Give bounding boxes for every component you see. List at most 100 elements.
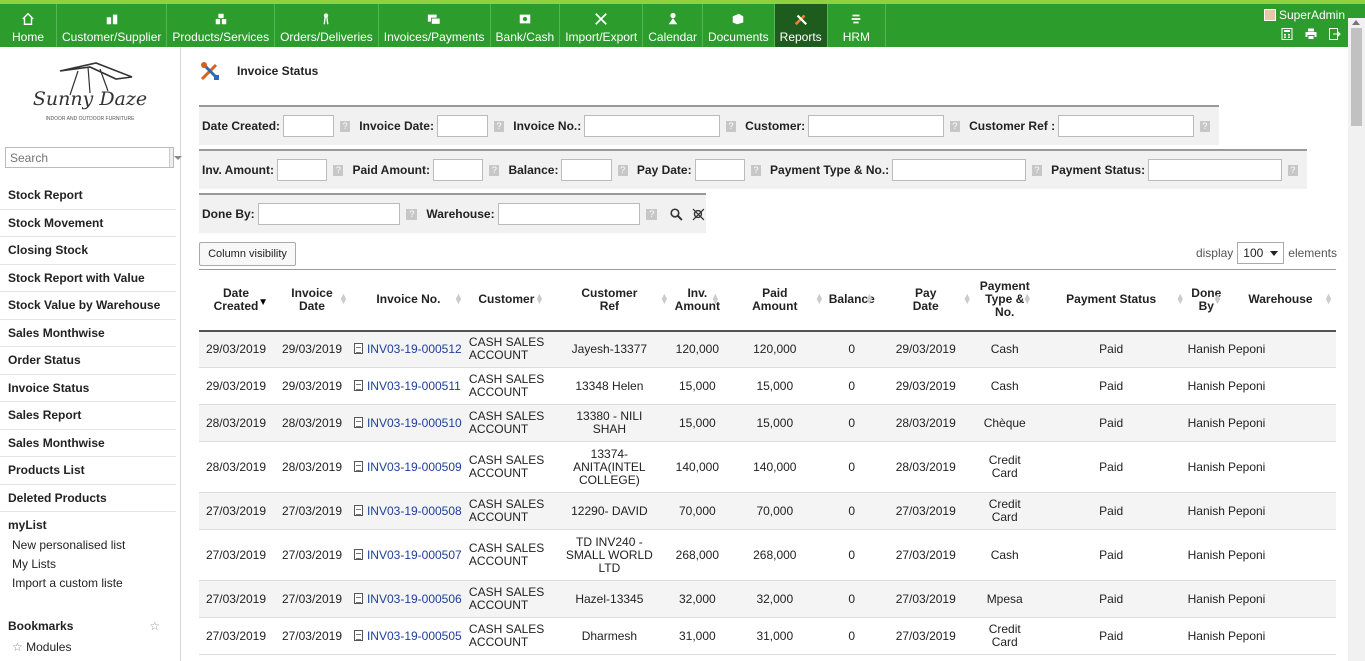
paid-amount-input[interactable] — [433, 159, 484, 181]
page-scrollbar[interactable] — [1348, 18, 1365, 661]
nav-item-reports[interactable]: Reports — [774, 4, 828, 47]
nav-item-invoices-payments[interactable]: Invoices/Payments — [379, 4, 491, 47]
payment-type-input[interactable] — [892, 159, 1026, 181]
help-icon[interactable]: ? — [339, 120, 351, 132]
table-row[interactable]: 27/03/2019 27/03/2019 INV03-19-000506 CASH … — [199, 580, 1336, 618]
invoice-link[interactable]: INV03-19-000510 — [367, 416, 462, 430]
sidebar-item-order-status[interactable]: Order Status — [0, 347, 176, 375]
nav-item-home[interactable]: Home — [0, 4, 58, 47]
search-icon[interactable] — [670, 207, 683, 221]
sidebar-item-stock-movement[interactable]: Stock Movement — [0, 210, 176, 237]
pay-date-input[interactable] — [694, 159, 745, 181]
bookmark-item[interactable]: ☆ Modules — [12, 640, 71, 654]
table-row[interactable]: 27/03/2019 27/03/2019 INV03-19-000508 CASH … — [199, 492, 1336, 530]
table-row[interactable]: 27/03/2019 27/03/2019 INV03-19-000505 CASH … — [199, 617, 1336, 655]
sidebar-item-sales-report[interactable]: Sales Report — [0, 402, 176, 430]
column-header[interactable]: Balance ▲ ▼ — [826, 269, 877, 332]
column-header[interactable]: Payment Type & No. ▲ ▼ — [974, 269, 1035, 332]
mylist-item[interactable]: New personalised list — [0, 536, 176, 555]
sidebar-item-stock-report[interactable]: Stock Report — [0, 182, 176, 210]
search-dropdown-button[interactable] — [169, 148, 182, 167]
column-header[interactable]: Customer ▲ ▼ — [465, 269, 547, 332]
warehouse-input[interactable] — [497, 203, 641, 225]
help-icon[interactable]: ? — [493, 120, 505, 132]
nav-item-orders-deliveries[interactable]: Orders/Deliveries — [275, 4, 379, 47]
cell-paid-amount: 140,000 — [722, 441, 827, 493]
table-row[interactable]: 29/03/2019 29/03/2019 INV03-19-000511 CASH … — [199, 367, 1336, 405]
table-row[interactable]: 28/03/2019 28/03/2019 INV03-19-000510 CASH … — [199, 404, 1336, 442]
sidebar-item-deleted-products[interactable]: Deleted Products — [0, 485, 176, 512]
help-icon[interactable]: ? — [1199, 120, 1210, 132]
cell-inv-amount: 268,000 — [671, 529, 723, 581]
done-by-input[interactable] — [257, 203, 401, 225]
column-header[interactable]: Paid Amount ▲ ▼ — [722, 269, 827, 332]
column-header[interactable]: Invoice No. ▲ ▼ — [350, 269, 466, 332]
help-icon[interactable]: ? — [725, 120, 737, 132]
table-row[interactable]: 28/03/2019 28/03/2019 INV03-19-000509 CASH … — [199, 441, 1336, 493]
column-header[interactable]: Done By ▲ ▼ — [1187, 269, 1225, 332]
balance-input[interactable] — [561, 159, 612, 181]
search-input[interactable] — [6, 148, 169, 167]
invoice-link[interactable]: INV03-19-000511 — [367, 379, 461, 393]
column-header[interactable]: Inv. Amount ▲ ▼ — [671, 269, 723, 332]
nav-item-documents[interactable]: Documents — [703, 4, 775, 47]
user-menu[interactable]: SuperAdmin — [1263, 8, 1345, 22]
invoice-link[interactable]: INV03-19-000507 — [367, 548, 462, 562]
sidebar-item-stock-report-with-value[interactable]: Stock Report with Value — [0, 265, 176, 292]
nav-item-customer-supplier[interactable]: Customer/Supplier — [57, 4, 168, 47]
print-icon[interactable] — [1305, 28, 1317, 40]
invoice-link[interactable]: INV03-19-000509 — [367, 460, 462, 474]
invoice-link[interactable]: INV03-19-000512 — [367, 342, 462, 356]
column-header[interactable]: Warehouse ▲ ▼ — [1224, 269, 1336, 332]
column-header[interactable]: Pay Date ▲ ▼ — [876, 269, 975, 332]
column-header[interactable]: Customer Ref ▲ ▼ — [546, 269, 672, 332]
invoice-no-input[interactable] — [584, 115, 720, 137]
nav-item-calendar[interactable]: Calendar — [643, 4, 703, 47]
mylist-item[interactable]: Import a custom liste — [0, 574, 176, 593]
mylist-item[interactable]: My Lists — [0, 555, 176, 574]
help-icon[interactable]: ? — [646, 208, 658, 220]
table-row[interactable]: 29/03/2019 29/03/2019 INV03-19-000512 CASH … — [199, 330, 1336, 368]
help-icon[interactable]: ? — [750, 164, 762, 176]
sidebar-item-stock-value-by-warehouse[interactable]: Stock Value by Warehouse — [0, 292, 176, 320]
sidebar-item-sales-monthwise[interactable]: Sales Monthwise — [0, 430, 176, 457]
date-created-input[interactable] — [283, 115, 334, 137]
column-header[interactable]: Invoice Date ▲ ▼ — [272, 269, 351, 332]
help-icon[interactable]: ? — [949, 120, 961, 132]
sidebar-item-sales-monthwise[interactable]: Sales Monthwise — [0, 320, 176, 347]
nav-item-products-services[interactable]: Products/Services — [167, 4, 276, 47]
sidebar-item-closing-stock[interactable]: Closing Stock — [0, 237, 176, 265]
column-visibility-button[interactable]: Column visibility — [199, 242, 296, 266]
help-icon[interactable]: ? — [617, 164, 628, 176]
page-length-select[interactable]: 100 — [1237, 242, 1285, 264]
payment-status-input[interactable] — [1148, 159, 1282, 181]
help-icon[interactable]: ? — [406, 208, 418, 220]
help-icon[interactable]: ? — [489, 164, 500, 176]
customer-input[interactable] — [808, 115, 944, 137]
customer-ref-input[interactable] — [1058, 115, 1194, 137]
clear-filter-icon[interactable] — [692, 208, 706, 221]
logout-icon[interactable] — [1329, 28, 1341, 40]
column-header[interactable]: Payment Status ▲ ▼ — [1034, 269, 1188, 332]
inv-amount-input[interactable] — [277, 159, 328, 181]
table-row[interactable]: 27/03/2019 27/03/2019 INV03-19-000507 CASH … — [199, 529, 1336, 581]
sunny-daze-logo[interactable]: Sunny Daze INDOOR AND OUTDOOR FURNITURE — [30, 57, 150, 127]
nav-item-import-export[interactable]: Import/Export — [560, 4, 644, 47]
sidebar-item-products-list[interactable]: Products List — [0, 457, 176, 485]
nav-item-bank-cash[interactable]: Bank/Cash — [491, 4, 561, 47]
scroll-thumb[interactable] — [1351, 28, 1362, 126]
scroll-up-arrow[interactable] — [1352, 20, 1360, 25]
invoice-date-input[interactable] — [436, 115, 488, 137]
column-header[interactable]: Date Created ▼ — [199, 269, 273, 332]
invoice-link[interactable]: INV03-19-000508 — [367, 504, 462, 518]
star-icon[interactable]: ☆ — [149, 619, 160, 633]
invoice-link[interactable]: INV03-19-000506 — [367, 592, 462, 606]
help-icon[interactable]: ? — [1287, 164, 1299, 176]
sidebar-item-invoice-status[interactable]: Invoice Status — [0, 375, 176, 402]
calculator-icon[interactable] — [1281, 28, 1293, 40]
help-icon[interactable]: ? — [1031, 164, 1043, 176]
invoice-link[interactable]: INV03-19-000505 — [367, 629, 462, 643]
nav-item-hrm[interactable]: HRM — [828, 4, 887, 47]
help-icon[interactable]: ? — [333, 164, 344, 176]
cell-invoice-no: INV03-19-000508 — [350, 492, 466, 530]
